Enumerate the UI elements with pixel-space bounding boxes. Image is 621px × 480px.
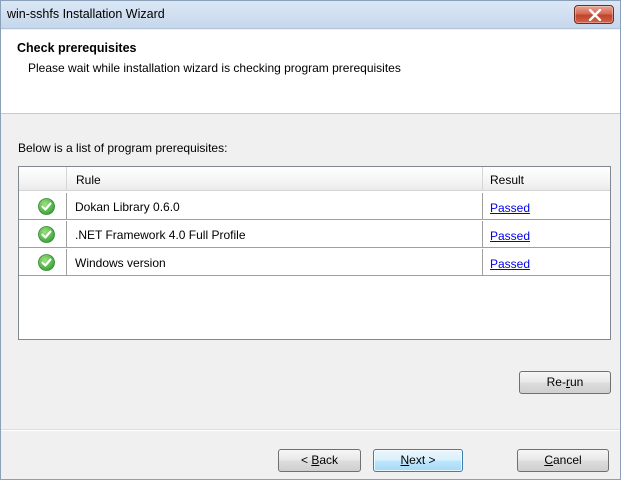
rerun-label-suffix: un — [569, 375, 584, 389]
table-row[interactable]: Windows version Passed — [19, 249, 610, 276]
cancel-label-suffix: ancel — [552, 453, 582, 467]
cancel-button[interactable]: Cancel — [517, 449, 609, 472]
cell-divider — [66, 193, 67, 220]
rule-name: Dokan Library 0.6.0 — [75, 200, 180, 214]
rule-name: Windows version — [75, 256, 166, 270]
check-circle-icon — [38, 254, 55, 271]
wizard-header: Check prerequisites Please wait while in… — [1, 30, 620, 114]
next-mnemonic: N — [400, 453, 410, 467]
cell-divider — [482, 193, 483, 220]
cell-divider — [66, 249, 67, 276]
back-label-suffix: ack — [319, 453, 339, 467]
result-link[interactable]: Passed — [490, 201, 530, 215]
footer-divider-highlight — [1, 430, 620, 431]
next-label-suffix: ext > — [409, 453, 436, 467]
cancel-mnemonic: C — [544, 453, 553, 467]
column-header-result[interactable]: Result — [490, 173, 524, 187]
check-circle-icon — [38, 226, 55, 243]
column-separator — [66, 167, 67, 191]
cell-divider — [66, 221, 67, 248]
page-title: Check prerequisites — [17, 41, 137, 55]
cell-divider — [482, 221, 483, 248]
column-header-rule[interactable]: Rule — [76, 173, 101, 187]
cell-divider — [482, 249, 483, 276]
close-icon — [588, 9, 602, 21]
back-button[interactable]: < Back — [278, 449, 361, 472]
installer-window: win-sshfs Installation Wizard Check prer… — [0, 0, 621, 480]
column-separator — [482, 167, 483, 191]
close-button[interactable] — [574, 5, 614, 24]
page-subtitle: Please wait while installation wizard is… — [28, 61, 401, 75]
table-row[interactable]: Dokan Library 0.6.0 Passed — [19, 193, 610, 220]
result-link[interactable]: Passed — [490, 229, 530, 243]
title-bar[interactable]: win-sshfs Installation Wizard — [1, 1, 620, 29]
rerun-button[interactable]: Re-run — [519, 371, 611, 394]
result-link[interactable]: Passed — [490, 257, 530, 271]
next-button[interactable]: Next > — [373, 449, 463, 472]
window-title: win-sshfs Installation Wizard — [7, 7, 165, 21]
rerun-label-prefix: Re- — [546, 375, 566, 389]
table-row[interactable]: .NET Framework 4.0 Full Profile Passed — [19, 221, 610, 248]
back-label-prefix: < — [300, 453, 312, 467]
prerequisites-grid: Rule Result Dokan Library 0.6.0 Passed .… — [18, 166, 611, 340]
list-caption: Below is a list of program prerequisites… — [18, 141, 228, 155]
check-circle-icon — [38, 198, 55, 215]
grid-header: Rule Result — [19, 167, 610, 191]
rule-name: .NET Framework 4.0 Full Profile — [75, 228, 246, 242]
